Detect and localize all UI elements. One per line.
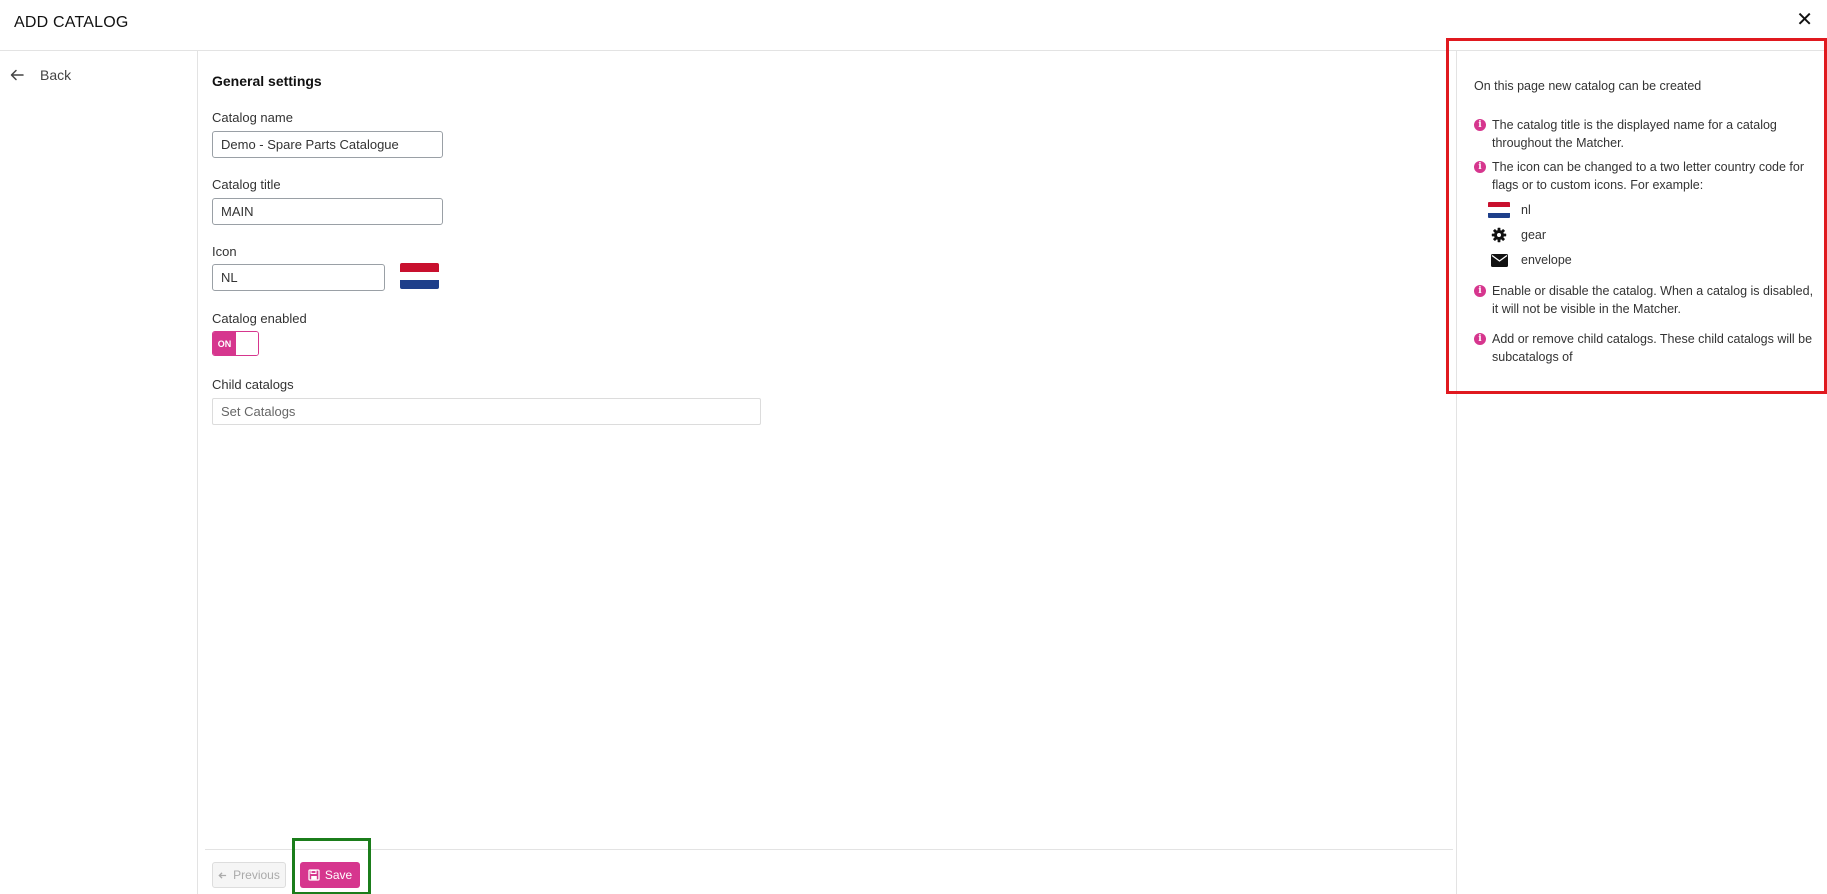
arrow-left-icon	[10, 69, 24, 81]
child-catalogs-label: Child catalogs	[212, 377, 294, 392]
help-item: i The catalog title is the displayed nam…	[1474, 116, 1819, 152]
catalog-name-label: Catalog name	[212, 110, 293, 125]
main-form: General settings Catalog name Catalog ti…	[199, 51, 1457, 894]
help-item: i Add or remove child catalogs. These ch…	[1474, 330, 1819, 366]
catalog-enabled-toggle[interactable]: ON	[212, 331, 259, 356]
help-item: i Enable or disable the catalog. When a …	[1474, 282, 1819, 318]
help-item: i The icon can be changed to a two lette…	[1474, 158, 1819, 194]
info-icon: i	[1474, 333, 1486, 345]
help-item-text: The icon can be changed to a two letter …	[1492, 160, 1804, 192]
catalog-title-label: Catalog title	[212, 177, 281, 192]
child-catalogs-select[interactable]: Set Catalogs	[212, 398, 761, 425]
icon-input[interactable]	[212, 264, 385, 291]
close-button[interactable]: ✕	[1796, 10, 1813, 30]
back-label: Back	[40, 67, 72, 83]
envelope-icon	[1490, 253, 1508, 267]
save-icon	[308, 869, 320, 881]
catalog-name-input[interactable]	[212, 131, 443, 158]
save-button[interactable]: Save	[300, 862, 360, 888]
footer-divider	[205, 849, 1453, 850]
help-item-text: Add or remove child catalogs. These chil…	[1492, 332, 1813, 364]
page-title: ADD CATALOG	[14, 14, 129, 31]
arrow-left-icon	[218, 871, 227, 879]
toggle-knob	[236, 332, 258, 355]
info-icon: i	[1474, 119, 1486, 131]
save-label: Save	[324, 868, 353, 882]
help-intro: On this page new catalog can be created	[1474, 79, 1702, 93]
example-label: nl	[1521, 203, 1531, 217]
example-row: gear	[1487, 226, 1546, 244]
catalog-enabled-label: Catalog enabled	[212, 311, 307, 326]
gear-icon	[1491, 227, 1507, 243]
info-icon: i	[1474, 285, 1486, 297]
flag-nl-icon	[1488, 202, 1510, 218]
previous-button[interactable]: Previous	[212, 862, 286, 888]
example-label: envelope	[1521, 253, 1572, 267]
previous-label: Previous	[233, 868, 280, 882]
example-label: gear	[1521, 228, 1547, 242]
toggle-on-label: ON	[213, 332, 236, 355]
icon-label: Icon	[212, 244, 237, 259]
help-item-text: The catalog title is the displayed name …	[1492, 118, 1777, 150]
flag-nl-icon	[400, 263, 439, 289]
help-panel: On this page new catalog can be created …	[1446, 38, 1827, 394]
help-item-text: Enable or disable the catalog. When a ca…	[1492, 284, 1814, 316]
child-catalogs-placeholder: Set Catalogs	[221, 404, 296, 419]
left-sidebar: Back	[0, 51, 198, 894]
back-button[interactable]: Back	[10, 67, 71, 83]
example-row: nl	[1487, 201, 1531, 219]
catalog-title-input[interactable]	[212, 198, 443, 225]
section-title: General settings	[212, 73, 322, 89]
info-icon: i	[1474, 161, 1486, 173]
example-row: envelope	[1487, 251, 1572, 269]
